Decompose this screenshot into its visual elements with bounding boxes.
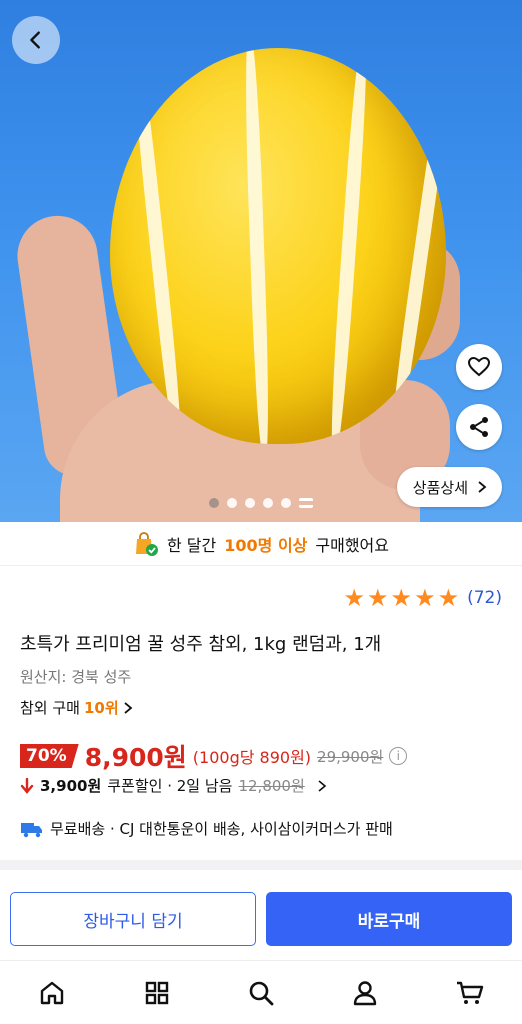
arrow-down-icon — [20, 777, 34, 794]
pager-dot[interactable] — [263, 498, 273, 508]
shopping-bag-check-icon — [136, 531, 158, 556]
pager-dot[interactable] — [227, 498, 237, 508]
category-rank-link[interactable]: 참외 구매 10위 — [20, 697, 133, 718]
tab-home[interactable] — [22, 968, 82, 1018]
back-button[interactable] — [12, 16, 60, 64]
pager-dot[interactable] — [281, 498, 291, 508]
product-origin: 원산지: 경북 성주 — [20, 668, 132, 686]
shipping-info: 무료배송 · CJ 대한통운이 배송, 사이삼이커머스가 판매 — [20, 818, 393, 839]
pager-dot-active[interactable] — [299, 498, 313, 508]
melon-shape — [110, 48, 446, 444]
star-icon: ★ — [390, 584, 413, 612]
bottom-tab-bar — [0, 960, 522, 1024]
chevron-left-icon — [30, 31, 40, 49]
info-icon[interactable]: i — [389, 747, 408, 765]
share-icon — [470, 417, 488, 437]
star-icon: ★ — [367, 584, 389, 612]
tab-my-page[interactable] — [335, 968, 395, 1018]
image-pager[interactable] — [0, 498, 522, 508]
star-icon: ★ — [437, 584, 460, 612]
coupon-label: 쿠폰할인 · 2일 남음 — [107, 777, 233, 795]
product-image[interactable]: 상품상세 — [0, 0, 522, 522]
banner-text-pre: 한 달간 — [167, 535, 217, 555]
product-title: 초특가 프리미엄 꿀 성주 참외, 1kg 랜덤과, 1개 — [20, 634, 382, 655]
buy-now-button[interactable]: 바로구매 — [266, 892, 512, 946]
coupon-amount: 3,900원 — [40, 777, 102, 795]
heart-icon — [467, 356, 491, 377]
star-icon: ★ — [343, 584, 366, 612]
sale-price: 8,900원 — [84, 743, 187, 772]
tab-cart[interactable] — [440, 968, 500, 1018]
pager-dot[interactable] — [209, 498, 219, 508]
cart-icon — [456, 981, 483, 1004]
price-row: 70% 8,900원 (100g당 890원) 29,900원 i — [20, 738, 408, 774]
purchase-count-banner: 한 달간 100명 이상 구매했어요 — [0, 522, 522, 566]
home-icon — [40, 981, 64, 1004]
banner-text-post: 구매했어요 — [315, 535, 389, 555]
rank-label: 참외 구매 — [20, 699, 80, 717]
search-icon — [249, 981, 274, 1005]
tab-categories[interactable] — [127, 968, 187, 1018]
chevron-right-icon — [318, 779, 327, 792]
section-divider — [0, 860, 522, 870]
delivery-truck-icon — [21, 822, 42, 837]
rank-value: 10위 — [83, 699, 119, 717]
tab-search[interactable] — [231, 968, 291, 1018]
unit-price: (100g당 890원) — [192, 748, 312, 767]
chevron-right-icon — [478, 481, 487, 493]
coupon-price-before: 12,800원 — [238, 777, 305, 795]
share-button[interactable] — [456, 404, 502, 450]
discount-badge: 70% — [20, 744, 79, 768]
grid-icon — [145, 981, 168, 1004]
shipping-text: 무료배송 · CJ 대한통운이 배송, 사이삼이커머스가 판매 — [50, 820, 393, 838]
rating-summary[interactable]: ★ ★ ★ ★ ★ (72) — [344, 586, 502, 610]
add-to-cart-button[interactable]: 장바구니 담기 — [10, 892, 256, 946]
pager-dot[interactable] — [245, 498, 255, 508]
wishlist-button[interactable] — [456, 344, 502, 390]
banner-text-highlight: 100명 이상 — [224, 535, 308, 555]
product-detail-label: 상품상세 — [412, 478, 468, 497]
chevron-right-icon — [124, 701, 133, 714]
star-icon: ★ — [414, 584, 436, 612]
user-icon — [354, 980, 377, 1005]
review-count-link[interactable]: (72) — [467, 588, 502, 608]
original-price: 29,900원 — [317, 747, 384, 766]
coupon-row[interactable]: 3,900원 쿠폰할인 · 2일 남음 12,800원 — [20, 775, 327, 796]
